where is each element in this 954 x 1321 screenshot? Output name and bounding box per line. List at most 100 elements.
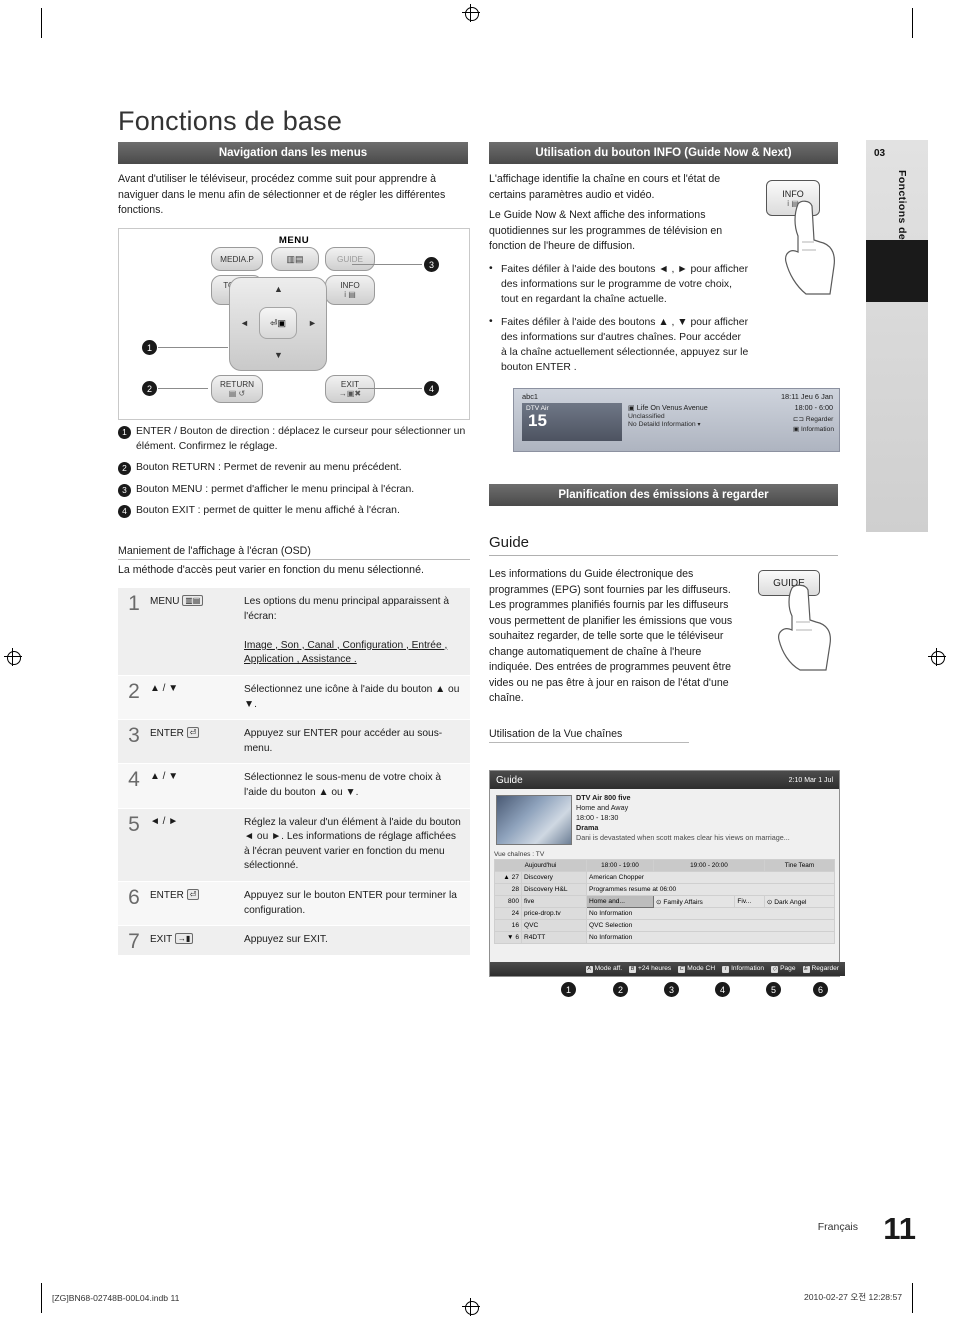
remote-button-exit-label: EXIT: [340, 380, 360, 389]
callout-2: 2: [142, 381, 157, 396]
step-key: ▲ / ▼: [150, 771, 179, 783]
key-badge-b-icon: B: [629, 966, 637, 973]
info-osd-program-row: ▣ Life On Venus Avenue 18:00 - 6:00: [628, 403, 833, 412]
footer-key-mode-aff[interactable]: A Mode aff.: [585, 965, 622, 973]
enter-icon: ⏎: [186, 727, 200, 739]
table-row[interactable]: ▼ 6 R4DTT No Information: [494, 931, 835, 944]
section-header-navigation-label: Navigation dans les menus: [218, 147, 368, 159]
note-number: 3: [118, 483, 131, 497]
table-row: Aujourd'hui 18:00 - 19:00 19:00 - 20:00 …: [494, 859, 836, 872]
step-key: ENTER ⏎: [150, 720, 244, 763]
guide-osd-meta-program: Home and Away: [576, 803, 629, 812]
menu-icon: ▥▤: [182, 595, 204, 606]
page-title: Fonctions de base: [118, 106, 343, 137]
hand-pointer-guide-icon: [778, 584, 831, 671]
grid-header-extra: Tine Team: [763, 859, 836, 872]
step-number: 1: [128, 592, 140, 615]
callout-3: 3: [424, 257, 439, 272]
remote-button-return-label: RETURN: [219, 380, 255, 389]
remote-menu-label: MENU: [278, 235, 310, 246]
remote-button-info: INFO i ▤: [325, 275, 375, 305]
crop-mark-tr-v: [912, 8, 913, 38]
info-osd-key-info: ▣ Information: [792, 426, 834, 433]
table-row: 6 ENTER ⏎ Appuyez sur le bouton ENTER po…: [118, 881, 470, 927]
table-row[interactable]: 16 QVC QVC Selection: [494, 919, 835, 932]
navigation-intro: Avant d'utiliser le téléviseur, procédez…: [118, 173, 446, 216]
step-number: 5: [128, 812, 140, 836]
info-osd-datetime: 18:11 Jeu 6 Jan: [780, 392, 833, 401]
step-number: 7: [128, 930, 140, 954]
guide-callout-1: 1: [561, 982, 576, 997]
footer-key-watch[interactable]: E Regarder: [802, 965, 839, 973]
guide-osd-callouts: 1 2 3 4 5 6: [489, 982, 838, 998]
grid-row-program: Fiv...: [734, 895, 765, 908]
grid-row-program: QVC Selection: [586, 919, 835, 932]
grid-row-name: Discovery H&L: [521, 883, 587, 896]
info-osd-channel-name: abc1: [522, 392, 539, 401]
osd-steps-table: 1 MENU ▥▤ Les options du menu principal …: [118, 588, 470, 956]
grid-header-slot2: 19:00 - 20:00: [653, 859, 765, 872]
enter-icon: ⏎▣: [269, 317, 287, 328]
dpad-left-icon: ◄: [240, 318, 249, 328]
guide-osd-meta-genre: Drama: [576, 823, 599, 832]
step-number: 2: [128, 679, 140, 703]
footer-key-24h[interactable]: B +24 heures: [629, 965, 671, 973]
step-desc-menu-items: Image , Son , Canal , Configuration , En…: [244, 639, 448, 666]
step-desc: Appuyez sur EXIT.: [244, 934, 328, 946]
info-paragraph-1: L'affichage identifie la chaîne en cours…: [489, 173, 721, 201]
return-icon: ▤ ↺: [228, 389, 246, 398]
grid-row-program: American Chopper: [586, 871, 835, 884]
menu-icon: ▥▤: [286, 253, 304, 264]
key-badge-a-icon: A: [585, 966, 593, 973]
key-badge-page-icon: ◇: [771, 966, 779, 973]
step-key: ◄ / ►: [150, 815, 179, 827]
section-header-navigation: Navigation dans les menus: [118, 142, 468, 164]
step-desc: Sélectionnez une icône à l'aide du bouto…: [244, 683, 460, 710]
table-row: 7 EXIT →▮ Appuyez sur EXIT.: [118, 926, 470, 956]
section-header-info: Utilisation du bouton INFO (Guide Now & …: [489, 142, 838, 164]
footer-key-mode-ch[interactable]: C Mode CH: [678, 965, 715, 973]
step-desc: Réglez la valeur d'un élément à l'aide d…: [244, 816, 461, 872]
page-number: 11: [883, 1211, 916, 1246]
table-row: 1 MENU ▥▤ Les options du menu principal …: [118, 588, 470, 676]
chapter-tab: 03 Fonctions de base: [866, 140, 928, 532]
table-row[interactable]: ▲ 27 Discovery American Chopper: [494, 871, 835, 884]
section-header-planning: Planification des émissions à regarder: [489, 484, 838, 506]
key-badge-c-icon: C: [678, 966, 686, 973]
remote-button-info-label: INFO: [340, 281, 360, 290]
guide-callout-4: 4: [715, 982, 730, 997]
footer-key-information[interactable]: i Information: [722, 965, 764, 973]
footer-key-page[interactable]: ◇ Page: [771, 965, 796, 973]
grid-row-name: price-drop.tv: [521, 907, 587, 920]
grid-row-marker: 28: [494, 883, 522, 896]
table-row[interactable]: 24 price-drop.tv No Information: [494, 907, 835, 920]
remote-diagram: MENU MEDIA.P ▥▤ GUIDE TOOLS ▤ ⇶ INFO i ▤…: [118, 228, 470, 420]
chapter-tab-number: 03: [874, 148, 886, 159]
page-root: Fonctions de base Navigation dans les me…: [0, 0, 954, 1321]
table-row: 2 ▲ / ▼ Sélectionnez une icône à l'aide …: [118, 675, 470, 721]
crop-mark-tl-v: [41, 8, 42, 38]
step-desc: Sélectionnez le sous-menu de votre choix…: [244, 772, 442, 798]
guide-osd-clock: 2:10 Mar 1 Jul: [788, 776, 833, 784]
table-row[interactable]: 800 five Home and... ⊙ Family Affairs Fi…: [494, 895, 836, 908]
step-desc: Appuyez sur ENTER pour accéder au sous-m…: [244, 728, 443, 754]
chapter-tab-marker: [866, 240, 928, 302]
info-osd-panel: abc1 18:11 Jeu 6 Jan DTV Air 15 ▣ Life O…: [513, 388, 840, 452]
hand-pointer-info-icon: [785, 200, 835, 295]
grid-row-program: No Information: [586, 907, 835, 920]
info-osd-channel-box: DTV Air 15: [522, 403, 622, 441]
table-row: 4 ▲ / ▼ Sélectionnez le sous-menu de vot…: [118, 764, 470, 809]
list-item: Faites défiler à l'aide des boutons ▲ , …: [489, 314, 749, 375]
note-number: 1: [118, 426, 131, 439]
grid-row-program-selected[interactable]: Home and...: [585, 895, 655, 908]
table-row[interactable]: 28 Discovery H&L Programmes resume at 06…: [494, 883, 835, 896]
step-number: 6: [128, 885, 140, 909]
enter-icon: ⏎: [186, 888, 200, 900]
info-button-label: INFO: [782, 188, 804, 199]
vue-chaines-subheading: Utilisation de la Vue chaînes: [489, 728, 689, 743]
step-desc: Les options du menu principal apparaisse…: [244, 596, 450, 666]
guide-callout-5: 5: [766, 982, 781, 997]
guide-osd-header: Guide 2:10 Mar 1 Jul: [490, 771, 839, 789]
key-badge-info-icon: i: [722, 966, 730, 973]
callout-1: 1: [142, 340, 157, 355]
